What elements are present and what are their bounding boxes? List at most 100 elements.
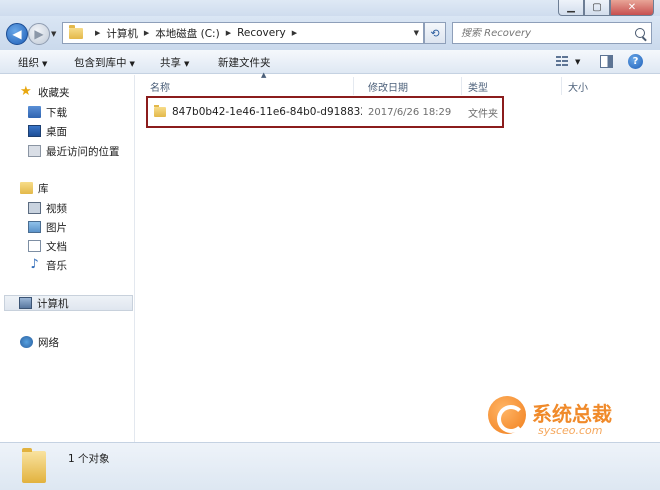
downloads-folder-icon: [28, 106, 41, 118]
sidebar-item-videos[interactable]: 视频: [28, 200, 67, 216]
sidebar-item-label: 桌面: [46, 125, 67, 138]
close-icon: ✕: [627, 2, 637, 13]
forward-arrow-icon: ▶: [34, 27, 44, 41]
sidebar-item-recent-places[interactable]: 最近访问的位置: [28, 143, 120, 159]
column-header-size[interactable]: 大小: [562, 77, 652, 95]
sidebar-item-label: 计算机: [37, 297, 69, 310]
video-library-icon: [28, 202, 41, 214]
search-input[interactable]: [461, 27, 631, 39]
sidebar-item-label: 收藏夹: [38, 86, 70, 99]
new-folder-button[interactable]: 新建文件夹: [218, 55, 271, 70]
sidebar-item-downloads[interactable]: 下载: [28, 104, 67, 120]
sidebar-item-pictures[interactable]: 图片: [28, 219, 67, 235]
folder-icon: [154, 105, 166, 117]
column-header-type[interactable]: 类型: [462, 77, 562, 95]
preview-pane-icon[interactable]: [600, 55, 613, 68]
sidebar-item-desktop[interactable]: 桌面: [28, 123, 67, 139]
change-view-icon[interactable]: [556, 56, 569, 67]
breadcrumb-chevron-right-icon[interactable]: ▶: [226, 29, 231, 37]
breadcrumb-computer[interactable]: 计算机: [106, 26, 138, 41]
share-label: 共享: [160, 57, 181, 69]
file-list: 名称 ▲ 修改日期 类型 大小 847b0b42-1e46-11e6-84b0-…: [136, 71, 660, 442]
view-options-chevron-down-icon[interactable]: ▼: [575, 58, 580, 66]
address-bar[interactable]: ▶ 计算机 ▶ 本地磁盘 (C:) ▶ Recovery ▶ ▼: [62, 22, 424, 44]
file-date: 2017/6/26 18:29: [368, 106, 452, 118]
share-button[interactable]: 共享 ▼: [160, 55, 189, 70]
watermark-url: sysceo.com: [538, 424, 603, 437]
breadcrumb-local-disk[interactable]: 本地磁盘 (C:): [155, 26, 219, 41]
sidebar-item-music[interactable]: ♪ 音乐: [28, 257, 67, 273]
network-icon: [20, 336, 33, 348]
column-header-label: 名称: [150, 82, 170, 94]
documents-library-icon: [28, 240, 41, 252]
column-header-label: 大小: [568, 82, 588, 94]
chevron-down-icon: ▼: [42, 60, 48, 68]
star-icon: ★: [20, 84, 32, 99]
sidebar-item-documents[interactable]: 文档: [28, 238, 67, 254]
column-header-name[interactable]: 名称: [144, 77, 354, 95]
organize-button[interactable]: 组织 ▼: [18, 55, 47, 70]
address-history-chevron-down-icon[interactable]: ▼: [414, 29, 419, 37]
address-row: ◀ ▶ ▼ ▶ 计算机 ▶ 本地磁盘 (C:) ▶ Recovery ▶ ▼ ⟲: [0, 16, 660, 50]
command-bar: 组织 ▼ 包含到库中 ▼ 共享 ▼ 新建文件夹 ▼ ?: [0, 50, 660, 74]
back-arrow-icon: ◀: [12, 27, 22, 41]
logo-icon: [488, 396, 526, 434]
file-name: 847b0b42-1e46-11e6-84b0-d918832...: [172, 106, 362, 118]
breadcrumb-chevron-right-icon[interactable]: ▶: [144, 29, 149, 37]
maximize-icon: ▢: [592, 2, 602, 13]
minimize-icon: ▁: [567, 2, 575, 13]
watermark-title: 系统总裁: [532, 402, 612, 426]
sidebar-item-label: 图片: [46, 221, 67, 234]
breadcrumb-chevron-right-icon[interactable]: ▶: [95, 29, 100, 37]
sidebar-item-network[interactable]: 网络: [20, 334, 59, 350]
forward-button[interactable]: ▶: [28, 23, 50, 45]
sidebar-item-label: 网络: [38, 336, 59, 349]
sidebar-item-libraries[interactable]: 库: [20, 180, 49, 196]
search-icon[interactable]: [635, 28, 645, 38]
watermark-logo: 系统总裁 sysceo.com: [488, 394, 638, 442]
column-header-date[interactable]: 修改日期: [362, 77, 462, 95]
refresh-button[interactable]: ⟲: [424, 22, 446, 44]
breadcrumb-chevron-right-icon[interactable]: ▶: [292, 29, 297, 37]
item-count: 1 个对象: [68, 453, 110, 465]
recent-places-icon: [28, 145, 41, 157]
help-icon[interactable]: ?: [628, 54, 643, 69]
navigation-pane: ★ 收藏夹 下载 桌面 最近访问的位置 库 视频 图片 文档 ♪ 音乐 计算机 网络: [0, 75, 135, 442]
folder-icon: [22, 448, 46, 483]
chevron-down-icon: ▼: [129, 60, 135, 68]
help-glyph: ?: [632, 56, 639, 67]
maximize-button[interactable]: ▢: [584, 0, 610, 16]
library-icon: [20, 182, 33, 194]
column-header-label: 类型: [468, 82, 488, 94]
computer-icon: [19, 297, 32, 309]
recent-pages-chevron-down-icon[interactable]: ▼: [51, 30, 56, 38]
sidebar-item-label: 音乐: [46, 259, 67, 272]
include-in-library-button[interactable]: 包含到库中 ▼: [74, 55, 135, 70]
sort-chevron-up-icon: ▲: [261, 71, 267, 79]
sidebar-item-label: 文档: [46, 240, 67, 253]
file-row-highlighted[interactable]: 847b0b42-1e46-11e6-84b0-d918832... 2017/…: [146, 96, 504, 128]
organize-label: 组织: [18, 57, 39, 69]
sidebar-item-label: 视频: [46, 202, 67, 215]
back-button[interactable]: ◀: [6, 23, 28, 45]
sidebar-item-favorites[interactable]: ★ 收藏夹: [20, 84, 70, 100]
details-pane: 1 个对象: [0, 442, 660, 490]
breadcrumb-recovery[interactable]: Recovery: [237, 27, 286, 39]
new-folder-label: 新建文件夹: [218, 57, 271, 69]
sidebar-item-label: 下载: [46, 106, 67, 119]
title-bar: ▁ ▢ ✕: [0, 0, 660, 16]
desktop-icon: [28, 125, 41, 137]
minimize-button[interactable]: ▁: [558, 0, 584, 16]
music-note-icon: ♪: [30, 257, 39, 272]
sidebar-item-computer[interactable]: 计算机: [4, 295, 133, 311]
folder-icon: [69, 24, 83, 39]
search-box[interactable]: [452, 22, 652, 44]
close-button[interactable]: ✕: [610, 0, 654, 16]
sidebar-item-label: 库: [38, 182, 49, 195]
column-header-label: 修改日期: [368, 82, 408, 94]
pictures-library-icon: [28, 221, 41, 233]
refresh-icon: ⟲: [430, 26, 440, 40]
include-in-library-label: 包含到库中: [74, 57, 127, 69]
file-type: 文件夹: [468, 108, 498, 120]
window-controls: ▁ ▢ ✕: [558, 0, 654, 16]
